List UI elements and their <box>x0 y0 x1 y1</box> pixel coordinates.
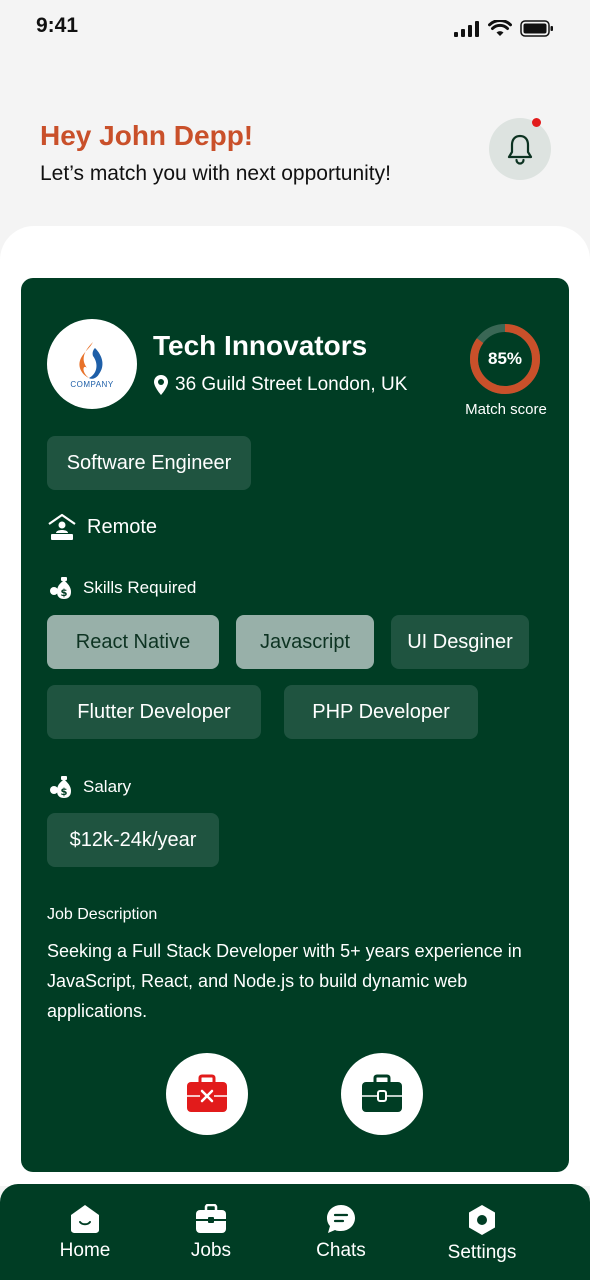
money-bag-icon: $ <box>50 577 71 599</box>
location-pin-icon <box>154 375 168 395</box>
gear-icon <box>469 1205 495 1235</box>
nav-label-home: Home <box>59 1240 111 1261</box>
description-heading: Job Description <box>47 906 158 923</box>
nav-item-settings[interactable]: Settings <box>427 1204 537 1264</box>
apply-button[interactable] <box>341 1053 423 1135</box>
flame-logo-icon <box>79 341 103 379</box>
nav-item-home[interactable]: Home <box>30 1204 140 1262</box>
status-time: 9:41 <box>36 14 79 37</box>
greeting-subtitle: Let’s match you with next opportunity! <box>40 162 391 185</box>
skill-chip[interactable]: React Native <box>47 615 219 669</box>
skill-chip[interactable]: Javascript <box>236 615 374 669</box>
svg-text:$: $ <box>61 787 68 798</box>
home-icon <box>71 1205 99 1233</box>
salary-heading: $ Salary <box>47 775 131 799</box>
skill-chip[interactable]: Flutter Developer <box>47 685 261 739</box>
reject-button[interactable] <box>166 1053 248 1135</box>
notification-badge <box>532 118 541 127</box>
briefcase-icon <box>362 1074 402 1112</box>
company-logo: COMPANY <box>47 319 137 409</box>
skills-label: Skills Required <box>83 578 197 597</box>
salary-label: Salary <box>83 777 132 796</box>
skills-heading: $ Skills Required <box>47 576 196 600</box>
company-location: 36 Guild Street London, UK <box>153 374 407 396</box>
briefcase-icon <box>196 1204 226 1233</box>
nav-label-jobs: Jobs <box>190 1240 232 1261</box>
status-icons <box>454 20 554 37</box>
work-mode-text: Remote <box>87 515 158 538</box>
skill-chip[interactable]: UI Desginer <box>391 615 529 669</box>
nav-item-jobs[interactable]: Jobs <box>156 1204 266 1262</box>
remote-office-icon <box>48 513 76 540</box>
status-bar: 9:41 <box>0 0 590 56</box>
signal-icon <box>454 20 479 37</box>
nav-label-chats: Chats <box>316 1240 366 1261</box>
money-bag-icon: $ <box>50 776 71 798</box>
company-logo-text: COMPANY <box>70 379 114 389</box>
bell-icon <box>507 134 533 165</box>
match-score-label: Match score <box>465 401 547 418</box>
bottom-nav: Home Jobs Chats Settings <box>0 1184 590 1280</box>
description-text: Seeking a Full Stack Developer with 5+ y… <box>47 941 522 1021</box>
nav-item-chats[interactable]: Chats <box>286 1204 396 1262</box>
salary-chip: $12k-24k/year <box>47 813 219 867</box>
battery-icon <box>520 20 553 37</box>
match-score-value: 85% <box>487 349 523 368</box>
location-text: 36 Guild Street London, UK <box>175 374 408 395</box>
chat-icon <box>327 1205 355 1233</box>
work-mode: Remote <box>47 512 157 542</box>
company-name: Tech Innovators <box>153 330 368 361</box>
briefcase-x-icon <box>187 1074 227 1112</box>
greeting-title: Hey John Depp! <box>40 120 254 151</box>
job-card[interactable]: COMPANY Tech Innovators 36 Guild Street … <box>21 278 569 1172</box>
role-chip: Software Engineer <box>47 436 251 490</box>
notification-button[interactable] <box>489 118 551 180</box>
skill-chip[interactable]: PHP Developer <box>284 685 478 739</box>
svg-text:$: $ <box>61 588 68 599</box>
wifi-icon <box>488 20 512 36</box>
nav-label-settings: Settings <box>447 1242 517 1263</box>
